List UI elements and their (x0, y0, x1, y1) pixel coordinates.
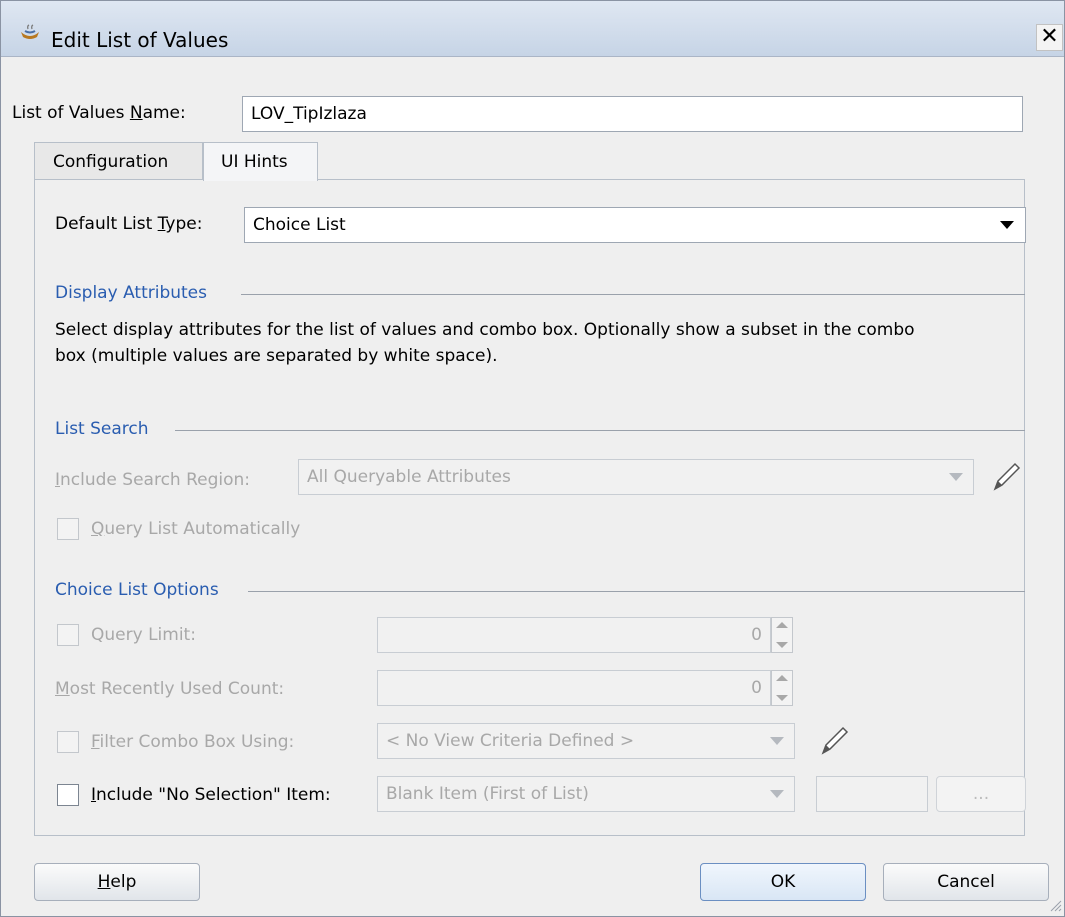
dialog-title: Edit List of Values (51, 28, 229, 52)
most-recently-used-count-label: Most Recently Used Count: (55, 679, 285, 699)
query-list-automatically-checkbox[interactable] (57, 518, 79, 540)
query-list-automatically-label: Query List Automatically (91, 519, 301, 539)
filter-combo-box-select[interactable]: < No View Criteria Defined > (377, 723, 795, 759)
cancel-button[interactable]: Cancel (883, 863, 1049, 901)
help-button[interactable]: Help (34, 863, 200, 901)
edit-lov-dialog: Edit List of Values ✕ List of Values Nam… (0, 0, 1065, 917)
chevron-down-icon (949, 473, 963, 481)
display-attributes-description-1: Select display attributes for the list o… (55, 320, 915, 340)
chevron-down-icon (770, 737, 784, 745)
default-list-type-select[interactable]: Choice List (244, 207, 1026, 243)
mru-count-input[interactable]: 0 (377, 670, 771, 706)
lov-name-label: List of Values Name: (12, 103, 186, 123)
query-limit-checkbox[interactable] (57, 624, 79, 646)
include-search-region-label: Include Search Region: (55, 470, 251, 490)
coffee-cup-icon (21, 24, 39, 39)
spin-up-icon (776, 622, 788, 628)
include-search-region-select[interactable]: All Queryable Attributes (298, 459, 974, 495)
close-button[interactable]: ✕ (1036, 24, 1063, 51)
ok-button[interactable]: OK (700, 863, 866, 901)
display-attributes-description-2: box (multiple values are separated by wh… (55, 346, 498, 366)
choice-list-options-heading: Choice List Options (55, 580, 219, 600)
resize-grip-icon[interactable] (1046, 896, 1062, 912)
spin-up-icon (776, 675, 788, 681)
edit-pencil-icon[interactable] (819, 725, 849, 757)
no-selection-browse-button[interactable]: ... (936, 776, 1026, 812)
default-list-type-label: Default List Type: (55, 214, 203, 234)
lov-name-input[interactable]: LOV_TipIzlaza (242, 96, 1023, 132)
include-no-selection-label: Include "No Selection" Item: (91, 785, 331, 805)
include-no-selection-checkbox[interactable] (57, 784, 79, 806)
tab-configuration[interactable]: Configuration (34, 142, 203, 180)
ui-hints-panel: Default List Type: Choice List Display A… (34, 179, 1026, 836)
close-icon: ✕ (1040, 24, 1059, 49)
no-selection-text-input[interactable] (816, 776, 928, 812)
query-limit-input[interactable]: 0 (377, 617, 771, 653)
no-selection-position-select[interactable]: Blank Item (First of List) (377, 776, 795, 812)
list-search-heading: List Search (55, 419, 149, 439)
choice-list-options-separator (248, 591, 1025, 592)
filter-combo-box-checkbox[interactable] (57, 731, 79, 753)
query-limit-spinner[interactable] (771, 617, 793, 653)
filter-combo-box-label: Filter Combo Box Using: (91, 732, 295, 752)
tab-ui-hints[interactable]: UI Hints (203, 142, 318, 181)
display-attributes-separator (241, 294, 1025, 295)
display-attributes-heading: Display Attributes (55, 283, 207, 303)
query-limit-label: Query Limit: (91, 625, 196, 645)
mru-count-spinner[interactable] (771, 670, 793, 706)
edit-pencil-icon[interactable] (991, 461, 1021, 493)
list-search-separator (175, 430, 1025, 431)
chevron-down-icon (770, 790, 784, 798)
spin-down-icon (776, 695, 788, 701)
title-bar[interactable]: Edit List of Values ✕ (1, 1, 1064, 57)
chevron-down-icon (1000, 221, 1014, 229)
spin-down-icon (776, 642, 788, 648)
